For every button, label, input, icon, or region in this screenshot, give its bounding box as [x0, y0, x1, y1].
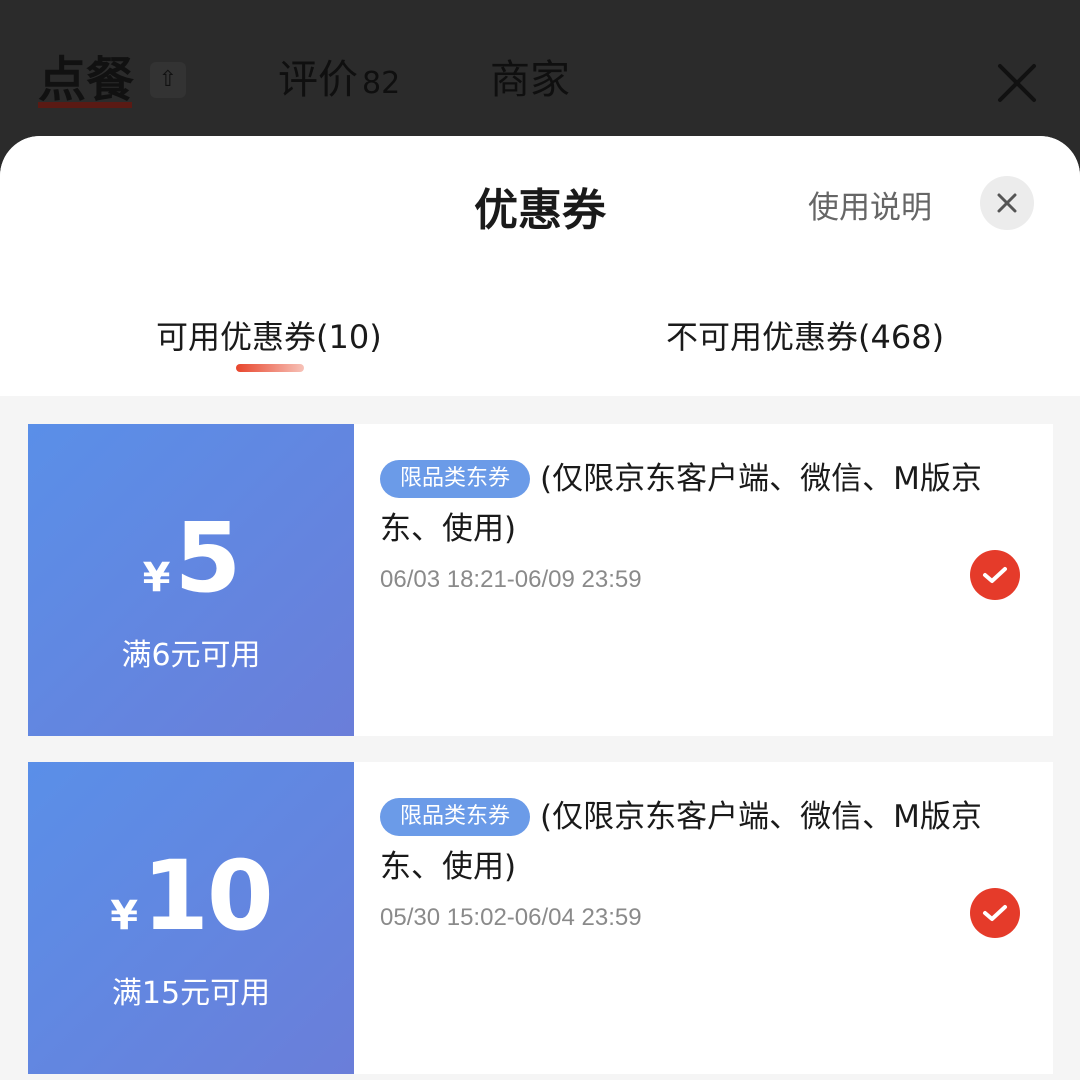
coupon-info: 限品类东券 (仅限京东客户端、微信、M版京东、使用) 06/03 18:21-06… [354, 424, 1053, 736]
coupon-category-tag: 限品类东券 [380, 460, 531, 498]
coupon-threshold: 满6元可用 [121, 638, 261, 673]
tab-unavailable-coupons[interactable]: 不可用优惠券(468) [666, 312, 944, 358]
coupon-amount-value: 10 [142, 840, 274, 952]
tab-reviews-count: 82 [362, 66, 401, 101]
coupon-value-panel: ¥10 满15元可用 [22, 762, 354, 1074]
sheet-close-button[interactable] [980, 176, 1034, 230]
coupon-amount: ¥5 [28, 502, 354, 614]
coupon-category-tag: 限品类东券 [380, 798, 531, 836]
checkmark-icon [983, 905, 1007, 921]
tab-reviews[interactable]: 评价 82 [278, 50, 400, 114]
close-icon [997, 193, 1017, 213]
currency-symbol: ¥ [142, 555, 171, 601]
tab-merchant-label: 商家 [490, 57, 570, 103]
coupon-sheet: 优惠券 使用说明 可用优惠券(10) 不可用优惠券(468) ¥5 满6元可用 … [0, 136, 1080, 1080]
coupon-info: 限品类东券 (仅限京东客户端、微信、M版京东、使用) 05/30 15:02-06… [354, 762, 1053, 1074]
coupon-description-block: 限品类东券 (仅限京东客户端、微信、M版京东、使用) [380, 792, 990, 892]
coupon-validity: 06/03 18:21-06/09 23:59 [380, 566, 642, 593]
collapse-arrow-icon[interactable]: ⇧ [150, 62, 186, 98]
active-tab-indicator [236, 364, 304, 372]
sheet-header: 优惠券 使用说明 可用优惠券(10) 不可用优惠券(468) [0, 136, 1080, 396]
tab-order[interactable]: 点餐 [38, 50, 134, 110]
tab-order-label: 点餐 [38, 52, 135, 108]
coupon-select-checkbox[interactable] [970, 888, 1020, 938]
checkmark-icon [983, 567, 1007, 583]
coupon-threshold: 满15元可用 [111, 976, 271, 1011]
coupon-amount: ¥10 [28, 840, 354, 952]
currency-symbol: ¥ [110, 893, 139, 939]
coupon-amount-value: 5 [174, 502, 242, 614]
coupon-validity: 05/30 15:02-06/04 23:59 [380, 904, 642, 931]
usage-instructions-link[interactable]: 使用说明 [808, 182, 932, 227]
coupon-description-block: 限品类东券 (仅限京东客户端、微信、M版京东、使用) [380, 454, 990, 554]
coupon-card[interactable]: ¥5 满6元可用 限品类东券 (仅限京东客户端、微信、M版京东、使用) 06/03… [22, 424, 1053, 736]
close-icon[interactable] [994, 60, 1040, 106]
coupon-select-checkbox[interactable] [970, 550, 1020, 600]
tab-reviews-label: 评价 [278, 57, 358, 103]
tab-merchant[interactable]: 商家 [490, 50, 570, 110]
coupon-value-panel: ¥5 满6元可用 [22, 424, 354, 736]
coupon-card[interactable]: ¥10 满15元可用 限品类东券 (仅限京东客户端、微信、M版京东、使用) 05/… [22, 762, 1053, 1074]
tab-available-coupons[interactable]: 可用优惠券(10) [156, 312, 382, 358]
